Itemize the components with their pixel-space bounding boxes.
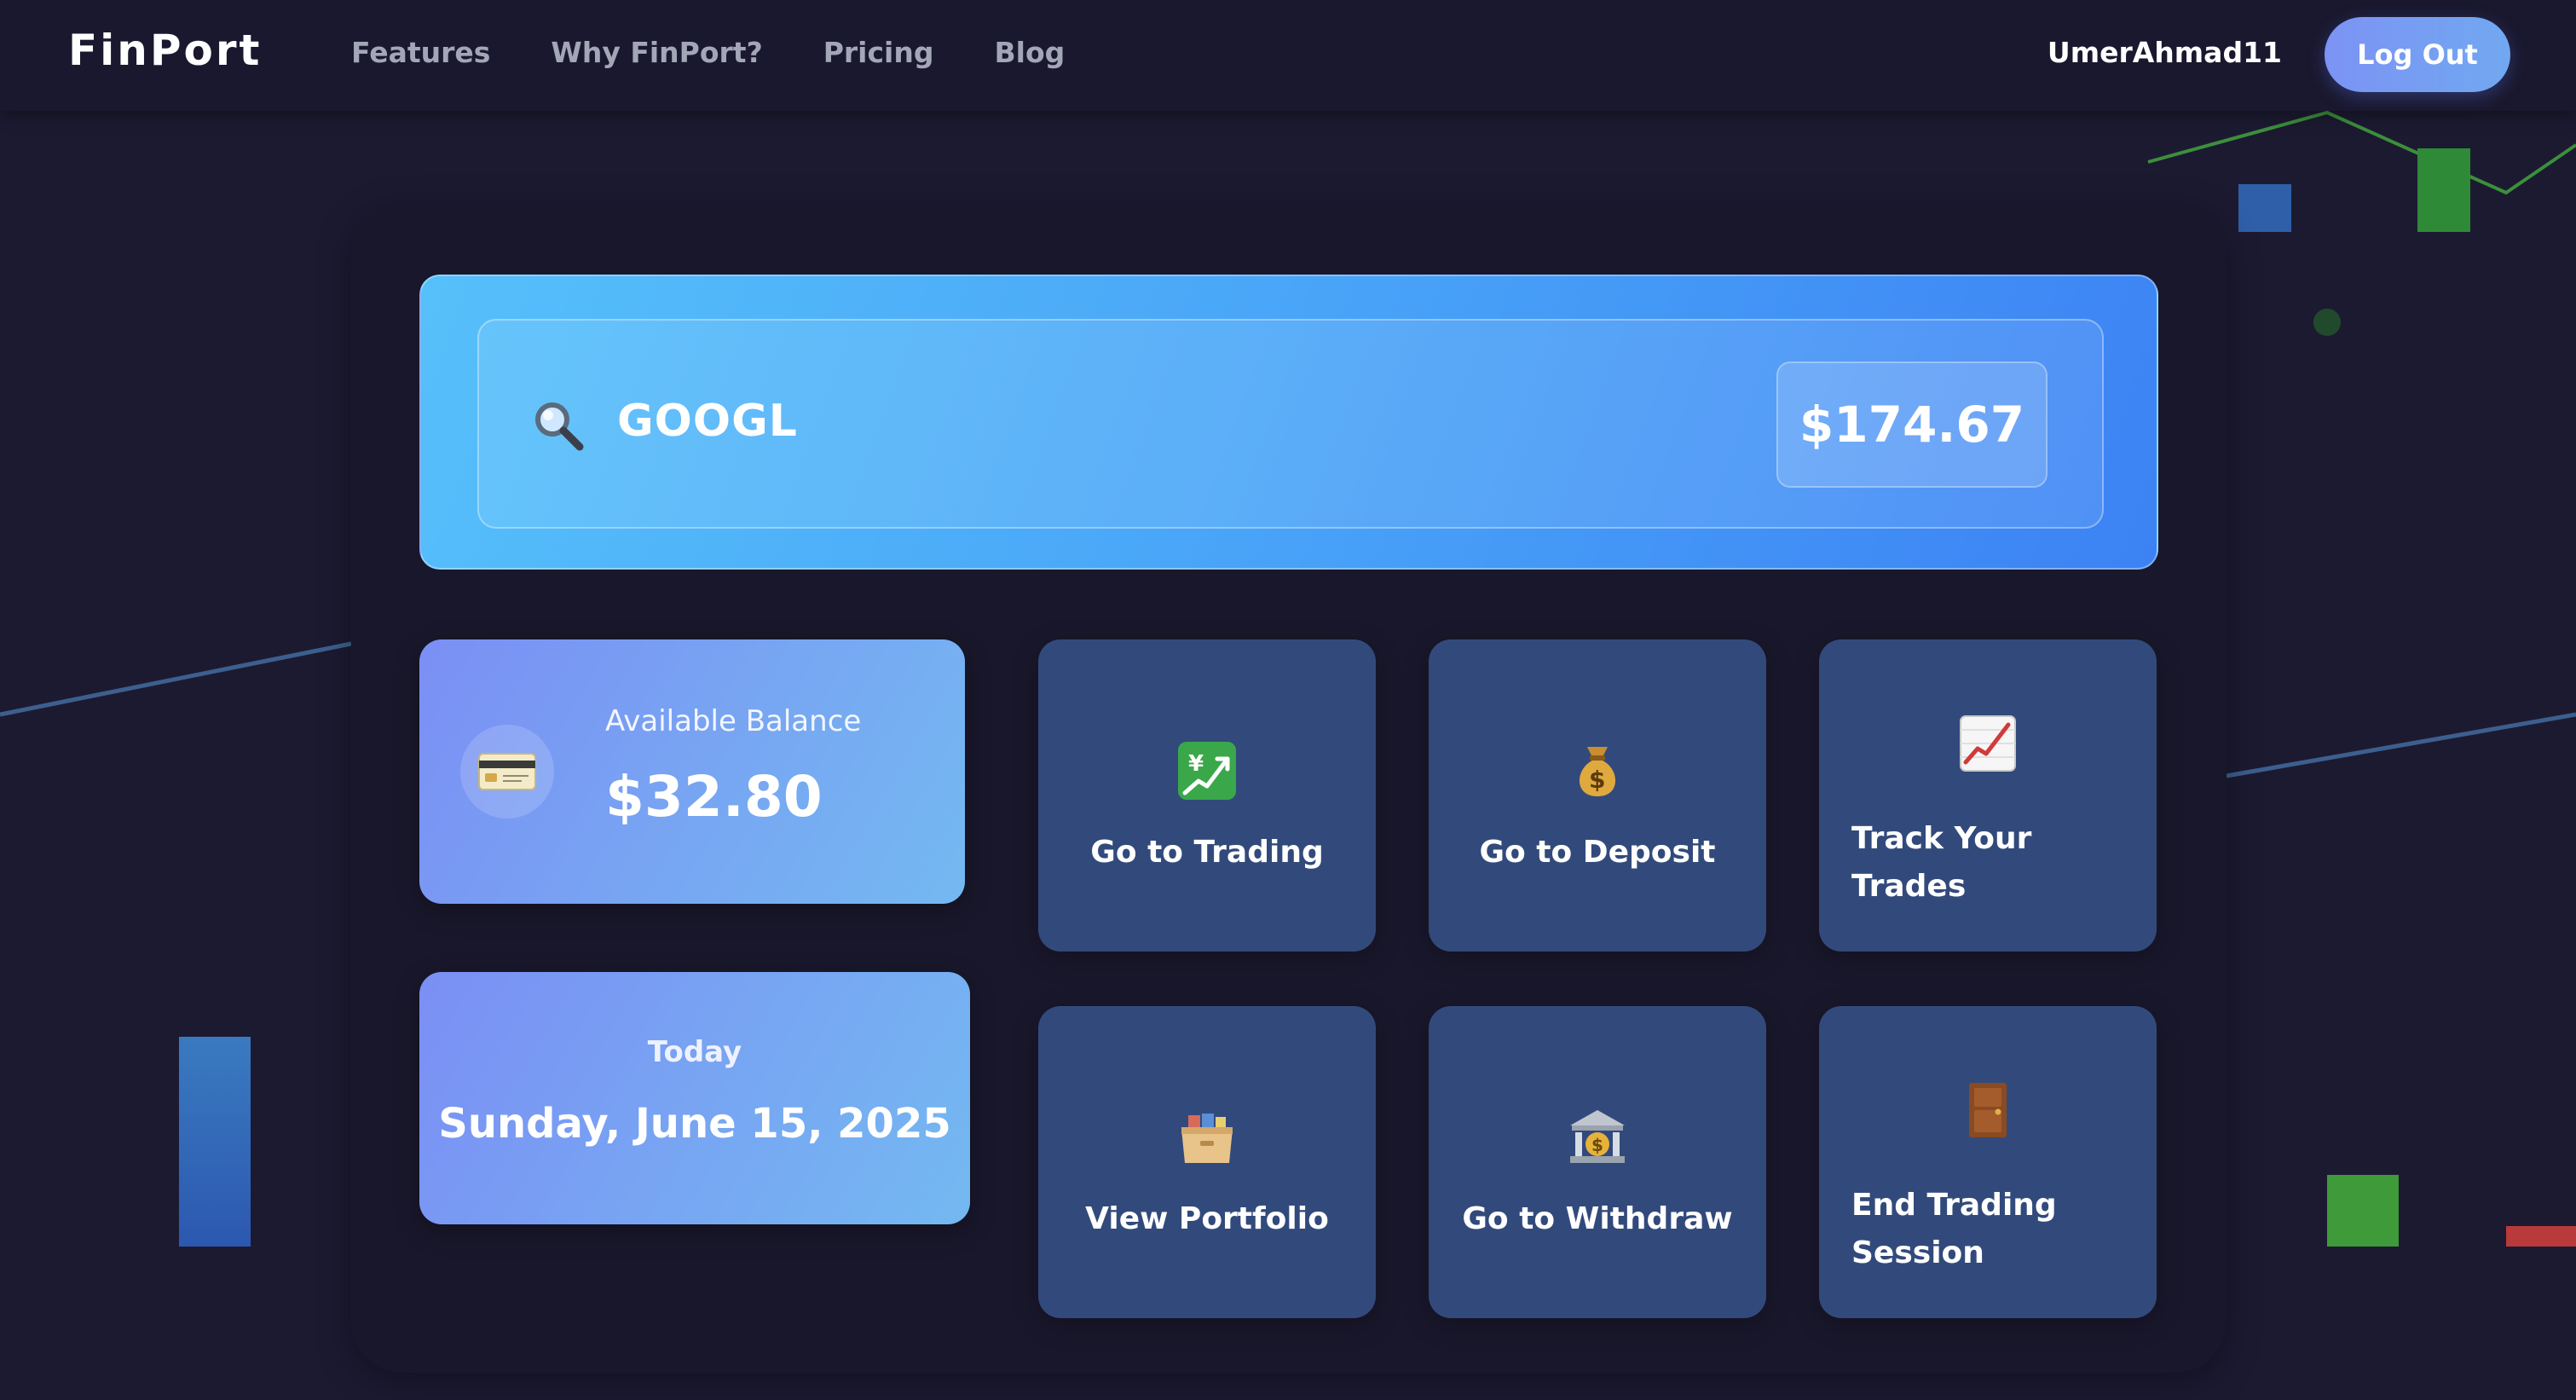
date-card: Today Sunday, June 15, 2025 bbox=[419, 972, 970, 1224]
logout-button[interactable]: Log Out bbox=[2325, 17, 2510, 92]
tile-label: Track Your Trades bbox=[1851, 821, 2032, 904]
tile-label: End Trading Session bbox=[1851, 1188, 2057, 1270]
nav-link-features[interactable]: Features bbox=[351, 36, 490, 69]
username: UmerAhmad11 bbox=[2047, 36, 2282, 69]
chart-yen-icon: ¥ bbox=[1178, 742, 1236, 800]
door-icon bbox=[1969, 1083, 2007, 1137]
track-your-trades-button[interactable]: Track Your Trades bbox=[1819, 639, 2157, 952]
svg-text:$: $ bbox=[1589, 766, 1605, 794]
tile-label: Go to Withdraw bbox=[1462, 1201, 1733, 1236]
bank-icon: $ bbox=[1570, 1110, 1625, 1163]
tile-label: Go to Trading bbox=[1090, 835, 1324, 870]
nav-link-blog[interactable]: Blog bbox=[994, 36, 1065, 69]
search-bar[interactable]: GOOGL $174.67 bbox=[477, 319, 2104, 529]
credit-card-icon-container bbox=[460, 725, 554, 819]
magnifier-icon bbox=[535, 402, 584, 451]
balance-card: Available Balance $32.80 bbox=[419, 639, 965, 904]
dashboard-panel: GOOGL $174.67 Available Balance $32.80 T… bbox=[351, 203, 2227, 1373]
money-bag-icon: $ bbox=[1579, 747, 1616, 796]
tile-label: Go to Deposit bbox=[1479, 835, 1716, 870]
go-to-trading-button[interactable]: ¥ Go to Trading bbox=[1038, 639, 1376, 952]
search-hero: GOOGL $174.67 bbox=[419, 275, 2158, 570]
view-portfolio-button[interactable]: View Portfolio bbox=[1038, 1006, 1376, 1318]
nav-link-why-finport[interactable]: Why FinPort? bbox=[551, 36, 762, 69]
go-to-withdraw-button[interactable]: $ Go to Withdraw bbox=[1429, 1006, 1766, 1318]
ticker-price: $174.67 bbox=[1776, 362, 2048, 488]
ticker-symbol: GOOGL bbox=[617, 396, 798, 447]
balance-label: Available Balance bbox=[605, 704, 862, 738]
svg-text:¥: ¥ bbox=[1188, 751, 1204, 777]
date-value: Sunday, June 15, 2025 bbox=[438, 1100, 951, 1148]
balance-value: $32.80 bbox=[605, 764, 823, 830]
tile-label: View Portfolio bbox=[1085, 1201, 1329, 1236]
svg-text:$: $ bbox=[1591, 1135, 1603, 1155]
end-trading-session-button[interactable]: End Trading Session bbox=[1819, 1006, 2157, 1318]
trend-chart-icon bbox=[1960, 715, 2016, 772]
brand-logo[interactable]: FinPort bbox=[68, 26, 262, 75]
navbar: FinPort Features Why FinPort? Pricing Bl… bbox=[0, 0, 2576, 111]
nav-links: Features Why FinPort? Pricing Blog bbox=[351, 36, 1125, 69]
go-to-deposit-button[interactable]: $ Go to Deposit bbox=[1429, 639, 1766, 952]
credit-card-icon bbox=[478, 753, 536, 790]
nav-link-pricing[interactable]: Pricing bbox=[823, 36, 934, 69]
page: FinPort Features Why FinPort? Pricing Bl… bbox=[0, 0, 2576, 1400]
card-file-box-icon bbox=[1181, 1114, 1233, 1163]
date-label: Today bbox=[647, 1035, 742, 1069]
